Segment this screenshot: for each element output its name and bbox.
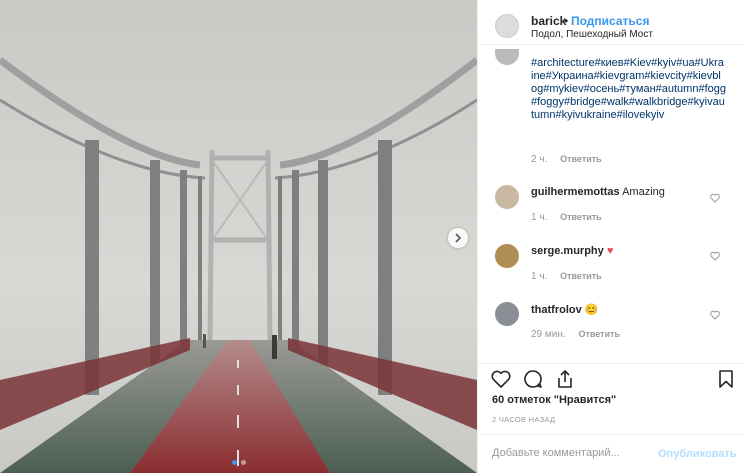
comment-reply-button[interactable]: Ответить: [578, 329, 620, 339]
header-separator: •: [564, 14, 569, 28]
chevron-right-icon: [455, 233, 462, 243]
post-actions-bar: [478, 363, 744, 391]
bookmark-icon[interactable]: [715, 368, 737, 390]
post-header: barick • Подписаться Подол, Пешеходный М…: [478, 0, 744, 45]
commenter-avatar[interactable]: [495, 244, 519, 268]
comment-time: 1 ч.: [531, 271, 548, 282]
comment-body: guilhermemottas Amazing: [531, 186, 665, 198]
comment-text: Amazing: [622, 186, 665, 198]
author-avatar[interactable]: [495, 14, 519, 38]
comment-reply-button[interactable]: Ответить: [560, 212, 602, 222]
post-location[interactable]: Подол, Пешеходный Мост: [531, 29, 653, 40]
comment-meta: 1 ч. Ответить: [531, 271, 602, 282]
comments-list[interactable]: #architecture#киев#Kiev#kyiv#ua#Ukraine#…: [478, 45, 744, 363]
author-username[interactable]: barick: [531, 14, 566, 28]
heart-icon[interactable]: [490, 368, 512, 390]
commenter-avatar[interactable]: [495, 302, 519, 326]
caption-author-avatar[interactable]: [495, 49, 519, 65]
comment-body: serge.murphy ♥: [531, 245, 613, 257]
comment-time: 29 мин.: [531, 329, 566, 340]
comment-text: ♥: [606, 245, 614, 257]
foggy-bridge-image: [0, 0, 477, 473]
carousel-dot: [240, 460, 246, 465]
commenter-avatar[interactable]: [495, 185, 519, 209]
post-caption[interactable]: #architecture#киев#Kiev#kyiv#ua#Ukraine#…: [531, 57, 726, 122]
comment-like-icon[interactable]: [710, 193, 720, 203]
comment-meta: 29 мин. Ответить: [531, 329, 620, 340]
comment-like-icon[interactable]: [710, 251, 720, 261]
comment-time: 1 ч.: [531, 212, 548, 223]
caption-reply-button[interactable]: Ответить: [560, 154, 602, 164]
post-side-panel: barick • Подписаться Подол, Пешеходный М…: [477, 0, 744, 473]
comment-username[interactable]: serge.murphy: [531, 245, 604, 257]
comment-username[interactable]: thatfrolov: [531, 304, 582, 316]
instagram-post: barick • Подписаться Подол, Пешеходный М…: [0, 0, 744, 473]
post-timestamp[interactable]: 2 ЧАСОВ НАЗАД: [492, 415, 555, 424]
comment-icon[interactable]: [522, 368, 544, 390]
comment-meta: 1 ч. Ответить: [531, 212, 602, 223]
caption-meta: 2 ч. Ответить: [531, 154, 602, 165]
add-comment-bar: Опубликовать: [478, 434, 744, 473]
follow-button[interactable]: Подписаться: [571, 14, 649, 28]
comment-input[interactable]: [492, 447, 652, 459]
comment-body: thatfrolov 😊: [531, 303, 599, 316]
comment-reply-button[interactable]: Ответить: [560, 271, 602, 281]
comment-like-icon[interactable]: [710, 310, 720, 320]
share-icon[interactable]: [554, 368, 576, 390]
post-photo[interactable]: [0, 0, 477, 473]
publish-button[interactable]: Опубликовать: [658, 448, 737, 460]
next-photo-button[interactable]: [448, 228, 468, 248]
comment-text: 😊: [584, 304, 599, 316]
likes-count[interactable]: 60 отметок "Нравится": [492, 394, 616, 406]
caption-time: 2 ч.: [531, 154, 548, 165]
carousel-dot-active: [231, 460, 237, 465]
carousel-indicator: [0, 460, 477, 465]
comment-username[interactable]: guilhermemottas: [531, 186, 620, 198]
